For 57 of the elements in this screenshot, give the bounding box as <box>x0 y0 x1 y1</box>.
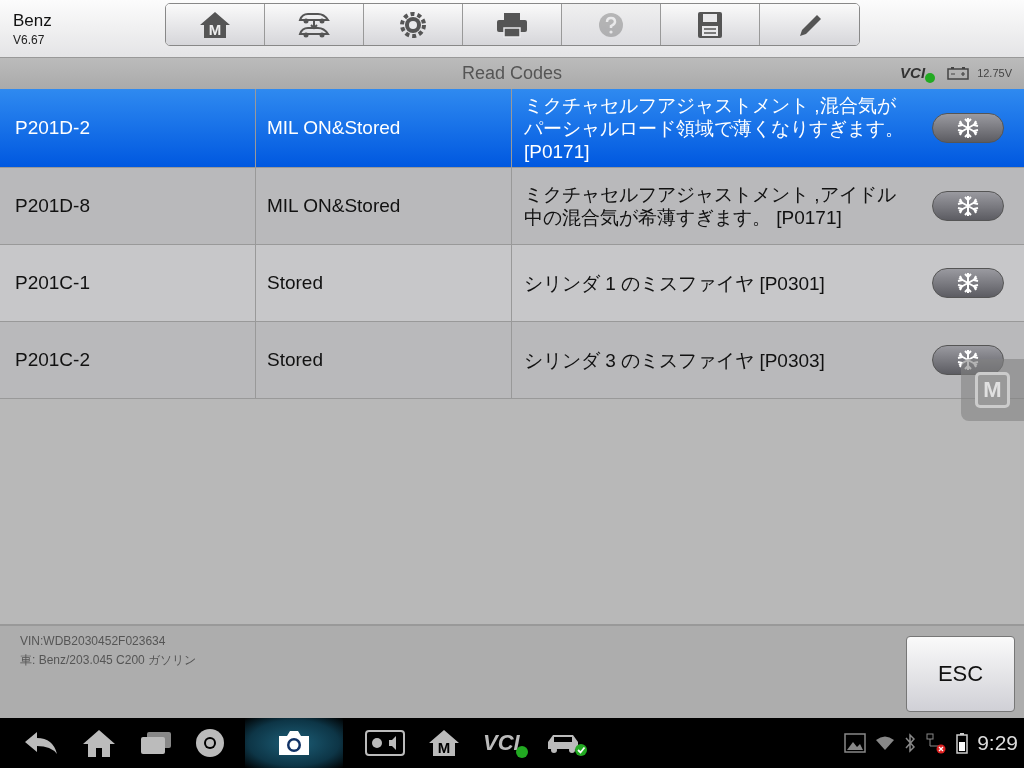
wifi-icon <box>875 735 896 751</box>
code-row[interactable]: P201D-8 MIL ON&Stored ミクチャセルフアジャストメント ,アイドル中の混合気が希薄すぎます。 [P0171] <box>0 168 1024 245</box>
battery-icon <box>956 732 969 754</box>
toolbar-button[interactable] <box>661 4 760 45</box>
bluetooth-icon <box>904 733 917 753</box>
freeze-frame-button[interactable] <box>932 191 1004 221</box>
brightness-volume-icon[interactable] <box>365 729 405 757</box>
back-icon[interactable] <box>23 730 59 756</box>
toolbar-button[interactable]: M <box>166 4 265 45</box>
freeze-frame-button[interactable] <box>932 268 1004 298</box>
vci-status: VCI <box>900 64 932 81</box>
help-icon <box>597 10 625 39</box>
printer-icon <box>495 10 529 39</box>
network-error-icon <box>925 732 948 754</box>
toolbar-button[interactable] <box>463 4 562 45</box>
description-cell-text: ミクチャセルフアジャストメント ,混合気がパーシャルロード領域で薄くなりすぎます。 [P0171] <box>524 93 905 163</box>
code-row[interactable]: P201D-2 MIL ON&Stored ミクチャセルフアジャストメント ,混合気がパーシャルロード領域で薄くなりすぎます。 [P0171] <box>0 89 1024 168</box>
home-icon[interactable] <box>81 728 117 758</box>
snowflake-icon <box>957 117 979 139</box>
camera-icon <box>276 729 312 757</box>
code-cell: P201C-2 <box>0 322 256 398</box>
app-title: Benz <box>13 10 53 31</box>
recent-apps-icon[interactable] <box>139 730 173 756</box>
freeze-frame-button[interactable] <box>932 113 1004 143</box>
image-icon <box>844 733 867 753</box>
status-cell: MIL ON&Stored <box>256 168 512 244</box>
cars-transfer-icon <box>296 10 332 39</box>
description-cell-text: ミクチャセルフアジャストメント ,アイドル中の混合気が希薄すぎます。 [P0171] <box>524 183 897 229</box>
house-icon[interactable]: M <box>427 728 461 758</box>
version-label: V6.67 <box>13 32 46 47</box>
vin-label: VIN:WDB2030452F023634 <box>20 634 167 648</box>
house-icon: M <box>198 9 232 40</box>
status-cell: MIL ON&Stored <box>256 89 512 167</box>
toolbar-button[interactable] <box>265 4 364 45</box>
status-cell: Stored <box>256 245 512 321</box>
status-cell: Stored <box>256 322 512 398</box>
code-cell: P201D-8 <box>0 168 256 244</box>
save-icon <box>697 10 723 39</box>
battery-icon <box>947 65 970 80</box>
screen-title: Read Codes <box>461 63 563 84</box>
camera-button[interactable] <box>245 718 343 768</box>
snowflake-icon <box>957 272 979 294</box>
freeze-frame-button[interactable] <box>932 345 1004 375</box>
code-cell: P201D-2 <box>0 89 256 167</box>
snowflake-icon <box>957 195 979 217</box>
code-cell: P201C-1 <box>0 245 256 321</box>
esc-button[interactable]: ESC <box>906 636 1015 712</box>
settings-icon <box>398 9 428 40</box>
toolbar-button[interactable] <box>364 4 463 45</box>
vehicle-label: 車: Benz/203.045 C200 ガソリン <box>20 652 197 669</box>
clock: 9:29 <box>977 731 1018 755</box>
voltage-label: 12.75V <box>977 66 1012 79</box>
toolbar-button[interactable] <box>760 4 859 45</box>
code-row[interactable]: P201C-1 Stored シリンダ 1 のミスファイヤ [P0301] <box>0 245 1024 322</box>
snowflake-icon <box>957 349 979 371</box>
description-cell-text: シリンダ 3 のミスファイヤ [P0303] <box>524 348 826 372</box>
description-cell-text: シリンダ 1 のミスファイヤ [P0301] <box>524 271 826 295</box>
